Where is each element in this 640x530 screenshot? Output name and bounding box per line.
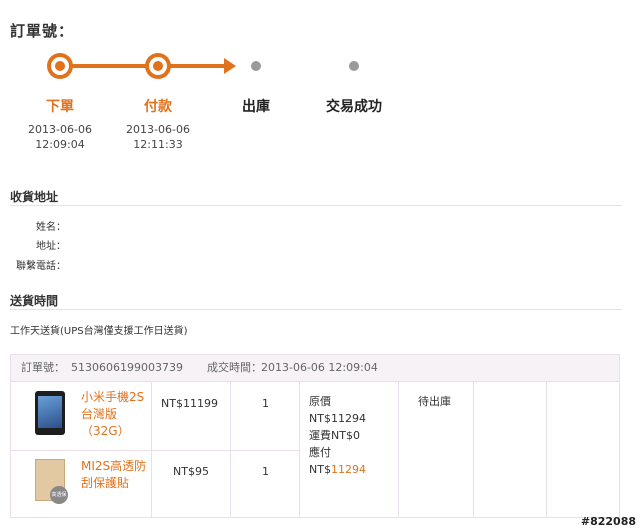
- phone-screen: [38, 396, 62, 428]
- product-name-line: MI2S高透防: [81, 459, 147, 473]
- step-paid-time: 2013-06-06 12:11:33: [108, 122, 208, 152]
- progress-arrow-icon: [224, 58, 236, 74]
- product-name-line: 台灣版: [81, 407, 118, 421]
- divider: [10, 205, 622, 206]
- column-divider: [398, 381, 399, 517]
- step-paid-label: 付款: [144, 99, 172, 115]
- deal-time-label: 成交時間：: [207, 361, 262, 374]
- shipping-fee: 運費NT$0: [309, 429, 360, 442]
- payable-label: 應付: [309, 446, 331, 459]
- column-divider: [473, 381, 474, 517]
- step-ordered-time-text: 12:09:04: [35, 138, 85, 151]
- step-ordered-label: 下單: [46, 99, 74, 115]
- order-status: 待出庫: [418, 395, 451, 408]
- deal-time-value: 2013-06-06 12:09:04: [261, 361, 378, 374]
- column-divider: [546, 381, 547, 517]
- step-ordered-time: 2013-06-06 12:09:04: [10, 122, 110, 152]
- payable-prefix: NT$: [309, 463, 331, 476]
- delivery-time-value: 工作天送貨(UPS台灣僅支援工作日送貨): [10, 326, 188, 337]
- product-name-line: 刮保護貼: [81, 476, 130, 490]
- recipient-name-label: 姓名：: [36, 222, 66, 233]
- step-completed-label: 交易成功: [326, 99, 382, 115]
- order-number-heading: 訂單號：: [10, 22, 75, 40]
- recipient-address-label: 地址：: [36, 241, 66, 252]
- order-detail-table: 訂單號： 5130606199003739 成交時間： 2013-06-06 1…: [10, 354, 620, 518]
- order-number-label: 訂單號：: [21, 361, 65, 374]
- payable-amount: NT$11294: [309, 461, 366, 478]
- order-summary: 原價 NT$11294 運費NT$0 應付 NT$11294: [309, 393, 366, 478]
- product-name-line: （32G）: [81, 424, 130, 438]
- screen-protector-icon[interactable]: 高透保護: [35, 459, 68, 516]
- product-name-link[interactable]: 小米手機2S 台灣版 （32G）: [81, 389, 144, 440]
- product-name-line: 小米手機2S: [81, 390, 145, 404]
- original-price-value: NT$11294: [309, 412, 366, 425]
- step-completed-marker: [349, 61, 359, 71]
- shipping-address-title: 收貨地址: [10, 190, 59, 204]
- column-divider: [230, 381, 231, 517]
- item-price: NT$95: [173, 465, 209, 478]
- item-quantity: 1: [262, 397, 269, 410]
- payable-value: 11294: [330, 463, 366, 476]
- order-number-value: 5130606199003739: [71, 361, 183, 374]
- step-paid-time-text: 12:11:33: [133, 138, 183, 151]
- original-price-label: 原價: [309, 395, 331, 408]
- order-table-header: 訂單號： 5130606199003739 成交時間： 2013-06-06 1…: [11, 355, 619, 382]
- step-ordered-marker: [47, 53, 73, 79]
- row-divider: [11, 450, 299, 451]
- step-shipped-marker: [251, 61, 261, 71]
- column-divider: [151, 381, 152, 517]
- phone-icon[interactable]: [35, 391, 65, 435]
- column-divider: [299, 381, 300, 517]
- step-shipped-label: 出庫: [242, 99, 270, 115]
- delivery-time-title: 送貨時間: [10, 294, 59, 308]
- recipient-phone-label: 聯繫電話：: [16, 261, 66, 272]
- divider: [10, 309, 622, 310]
- step-ordered-date-text: 2013-06-06: [28, 123, 92, 136]
- item-quantity: 1: [262, 465, 269, 478]
- order-progress-tracker: 下單 付款 出庫 交易成功 2013-06-06 12:09:04 2013-0…: [0, 50, 640, 160]
- step-paid-marker: [145, 53, 171, 79]
- watermark: #822088: [580, 515, 636, 528]
- product-name-link[interactable]: MI2S高透防 刮保護貼: [81, 458, 146, 492]
- step-paid-date-text: 2013-06-06: [126, 123, 190, 136]
- item-price: NT$11199: [161, 397, 218, 410]
- product-badge: 高透保護: [50, 486, 68, 516]
